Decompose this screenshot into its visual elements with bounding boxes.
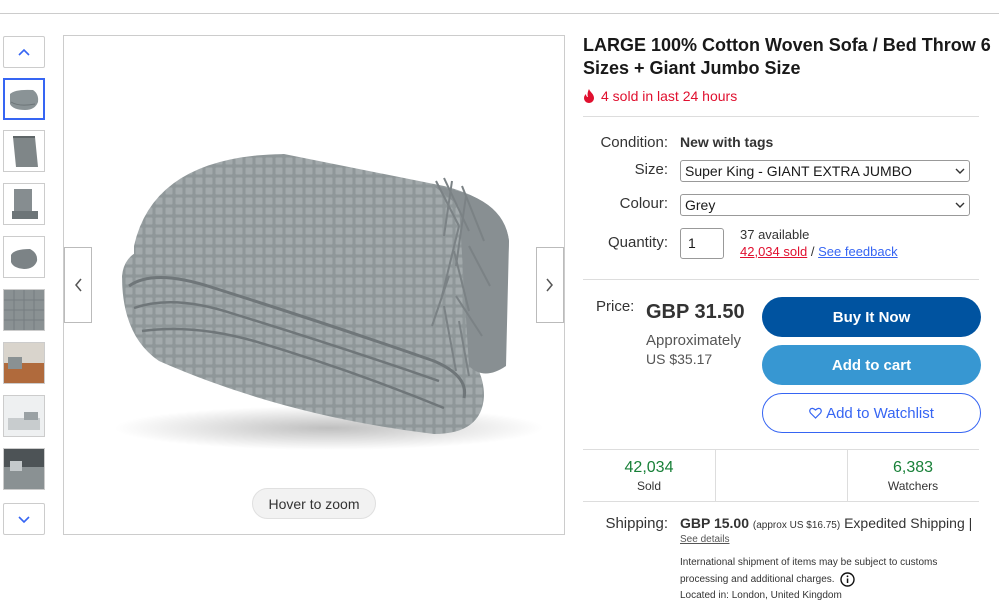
- heart-icon: [809, 407, 822, 419]
- thumbnail-5[interactable]: [3, 289, 45, 331]
- thumbnail-8[interactable]: [3, 448, 45, 490]
- shipping-info: GBP 15.00 (approx US $16.75) Expedited S…: [680, 515, 990, 531]
- hot-indicator: 4 sold in last 24 hours: [583, 88, 737, 104]
- stat-watchers: 6,383 Watchers: [847, 450, 979, 501]
- colour-select[interactable]: Grey: [680, 194, 970, 216]
- next-image-button[interactable]: [536, 247, 564, 323]
- chevron-right-icon: [546, 278, 553, 292]
- condition-value: New with tags: [680, 134, 774, 150]
- colour-selected-value: Grey: [685, 197, 716, 213]
- stat-sold-value: 42,034: [624, 459, 674, 476]
- stat-sold: 42,034 Sold: [583, 450, 715, 501]
- price-value: GBP 31.50: [646, 301, 745, 323]
- hover-to-zoom-hint: Hover to zoom: [252, 488, 376, 519]
- add-to-watchlist-button[interactable]: Add to Watchlist: [762, 393, 981, 433]
- thumb-scroll-up-button[interactable]: [3, 36, 45, 68]
- international-note: International shipment of items may be s…: [680, 554, 980, 588]
- flame-icon: [584, 89, 594, 103]
- thumbnail-6[interactable]: [3, 342, 45, 384]
- divider: [583, 279, 979, 280]
- approx-label: Approximately: [646, 332, 742, 349]
- approx-price: US $35.17: [646, 351, 713, 367]
- shipping-price: GBP 15.00: [680, 515, 750, 531]
- quantity-input[interactable]: 1: [680, 228, 724, 259]
- chevron-down-icon: [955, 168, 965, 174]
- stat-watchers-value: 6,383: [892, 459, 934, 476]
- see-details-link[interactable]: See details: [680, 534, 729, 545]
- buy-it-now-button[interactable]: Buy It Now: [762, 297, 981, 337]
- condition-label: Condition:: [600, 134, 668, 151]
- stat-watchers-label: Watchers: [887, 479, 939, 493]
- add-to-cart-button[interactable]: Add to cart: [762, 345, 981, 385]
- stat-divider: [715, 450, 716, 501]
- divider: [583, 116, 979, 117]
- colour-label: Colour:: [619, 195, 668, 212]
- chevron-down-icon: [955, 202, 965, 208]
- shipping-label: Shipping:: [605, 515, 668, 532]
- chevron-left-icon: [75, 278, 82, 292]
- main-product-image[interactable]: Hover to zoom: [63, 35, 565, 535]
- top-divider: [0, 13, 999, 14]
- quantity-label: Quantity:: [607, 234, 668, 251]
- info-icon[interactable]: [840, 572, 856, 587]
- thumbnail-7[interactable]: [3, 395, 45, 437]
- hot-text: 4 sold in last 24 hours: [601, 88, 738, 104]
- see-feedback-link[interactable]: See feedback: [818, 244, 898, 259]
- chevron-up-icon: [18, 48, 30, 56]
- thumbnail-2[interactable]: [3, 130, 45, 172]
- sold-separator: /: [810, 244, 815, 259]
- price-label: Price:: [596, 298, 635, 315]
- international-note-text: International shipment of items may be s…: [680, 557, 938, 585]
- chevron-down-icon: [18, 516, 30, 524]
- listing-title: LARGE 100% Cotton Woven Sofa / Bed Throw…: [583, 35, 991, 78]
- stat-sold-label: Sold: [636, 479, 662, 493]
- thumbnail-3[interactable]: [3, 183, 45, 225]
- blanket-image: [114, 154, 544, 450]
- size-select[interactable]: Super King - GIANT EXTRA JUMBO: [680, 160, 970, 182]
- thumb-scroll-down-button[interactable]: [3, 503, 45, 535]
- size-selected-value: Super King - GIANT EXTRA JUMBO: [685, 163, 912, 179]
- available-count: 37 available: [740, 227, 810, 242]
- item-location: Located in: London, United Kingdom: [680, 590, 842, 601]
- sold-count-link[interactable]: 42,034 sold: [740, 244, 807, 259]
- shipping-approx: (approx US $16.75): [752, 520, 841, 531]
- listing-stats: 42,034 Sold 6,383 Watchers: [583, 449, 979, 502]
- size-label: Size:: [634, 161, 668, 178]
- shipping-method: Expedited Shipping |: [844, 515, 973, 531]
- previous-image-button[interactable]: [64, 247, 92, 323]
- thumbnail-4[interactable]: [3, 236, 45, 278]
- watchlist-label: Add to Watchlist: [826, 404, 934, 422]
- thumbnail-1[interactable]: [3, 78, 45, 120]
